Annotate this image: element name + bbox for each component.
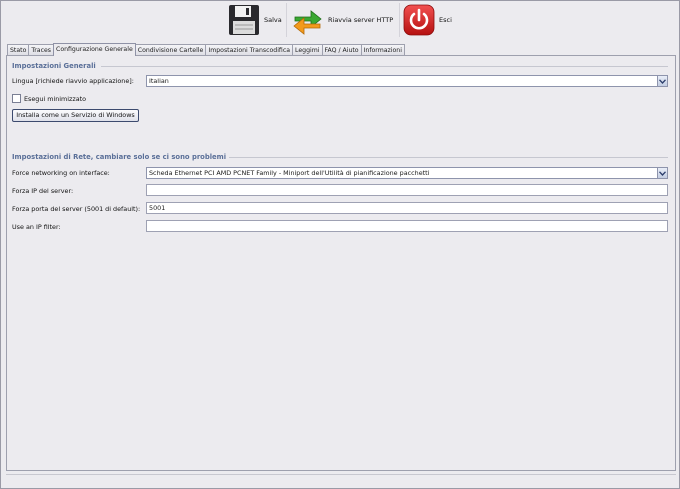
minimized-checkbox-row[interactable]: Esegui minimizzato bbox=[12, 94, 86, 103]
tab-configurazione-generale[interactable]: Configurazione Generale bbox=[53, 43, 136, 56]
minimized-checkbox[interactable] bbox=[12, 94, 21, 103]
exit-button[interactable]: Esci bbox=[403, 2, 452, 38]
power-icon bbox=[403, 4, 435, 36]
toolbar-separator bbox=[286, 3, 287, 37]
server-ip-input[interactable] bbox=[146, 184, 668, 196]
toolbar: Salva Riavvia server HTTP Esci bbox=[1, 1, 680, 41]
ip-filter-label: Use an IP filter: bbox=[12, 223, 61, 231]
exit-label: Esci bbox=[439, 16, 452, 24]
status-bar bbox=[6, 474, 676, 485]
restart-label: Riavvia server HTTP bbox=[328, 16, 394, 24]
interface-label: Force networking on interface: bbox=[12, 169, 110, 177]
general-settings-title: Impostazioni Generali bbox=[12, 62, 96, 70]
server-ip-label: Forza IP del server: bbox=[12, 187, 74, 195]
language-label: Lingua [richiede riavvio applicazione]: bbox=[12, 77, 134, 85]
floppy-disk-icon bbox=[229, 5, 259, 35]
install-service-button[interactable]: Installa come un Servizio di Windows bbox=[12, 109, 139, 122]
language-value: Italian bbox=[149, 77, 169, 85]
restart-http-button[interactable]: Riavvia server HTTP bbox=[291, 2, 393, 38]
refresh-arrows-icon bbox=[293, 9, 322, 35]
language-select[interactable]: Italian bbox=[146, 75, 668, 87]
minimized-label: Esegui minimizzato bbox=[24, 94, 87, 103]
server-port-label: Forza porta del server (5001 di default)… bbox=[12, 205, 141, 213]
section-divider bbox=[101, 66, 668, 67]
save-button[interactable]: Salva bbox=[228, 2, 282, 38]
save-label: Salva bbox=[264, 16, 282, 24]
chevron-down-icon[interactable] bbox=[657, 76, 667, 86]
toolbar-separator bbox=[399, 3, 400, 37]
network-settings-title: Impostazioni di Rete, cambiare solo se c… bbox=[12, 153, 227, 161]
interface-value: Scheda Ethernet PCI AMD PCNET Family - M… bbox=[149, 169, 430, 177]
server-port-input[interactable]: 5001 bbox=[146, 202, 668, 214]
application-window: Salva Riavvia server HTTP Esci Stato Tra… bbox=[0, 0, 680, 489]
ip-filter-input[interactable] bbox=[146, 220, 668, 232]
interface-select[interactable]: Scheda Ethernet PCI AMD PCNET Family - M… bbox=[146, 167, 668, 179]
chevron-down-icon[interactable] bbox=[657, 168, 667, 178]
section-divider bbox=[229, 157, 668, 158]
